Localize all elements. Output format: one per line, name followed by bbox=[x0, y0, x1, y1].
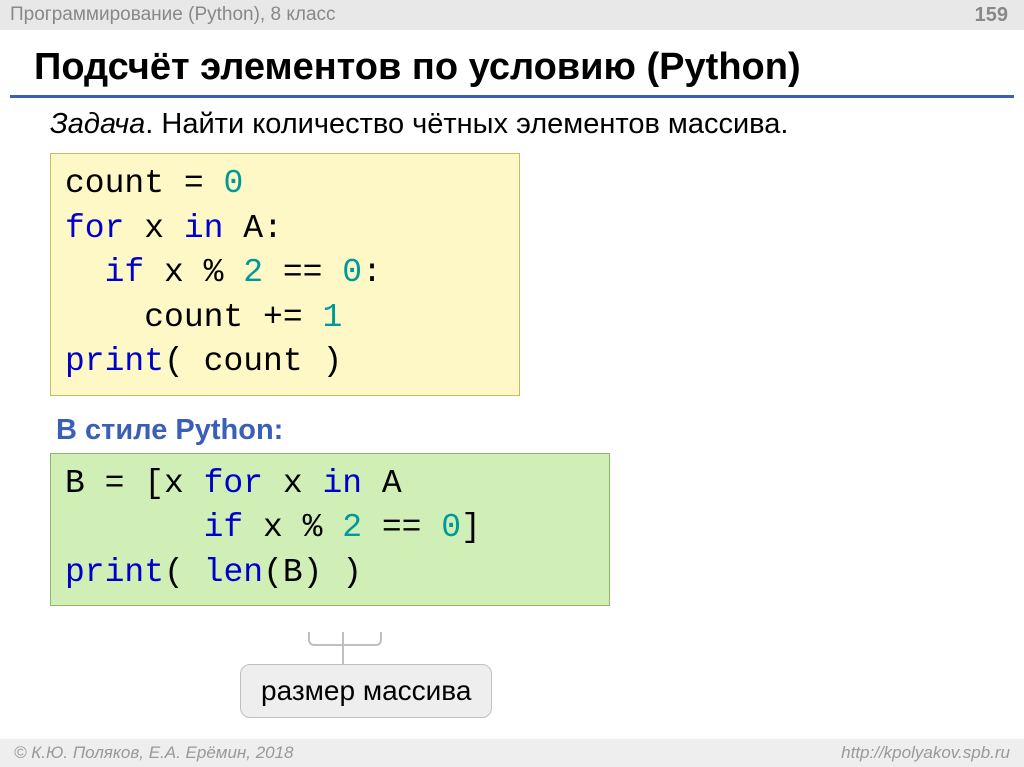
page-number: 159 bbox=[975, 4, 1008, 27]
code-line: B = [x for x in A bbox=[65, 462, 595, 507]
footer-right: http://kpolyakov.spb.ru bbox=[841, 743, 1010, 763]
code-line: count = 0 bbox=[65, 162, 505, 207]
task-line: Задача. Найти количество чётных элементо… bbox=[0, 108, 1024, 153]
code-line: if x % 2 == 0] bbox=[65, 506, 595, 551]
callout-connector bbox=[342, 632, 344, 664]
code-block-1: count = 0 for x in A: if x % 2 == 0: cou… bbox=[50, 153, 520, 396]
subheading: В стиле Python: bbox=[0, 396, 1024, 453]
code-line: print( len(B) ) bbox=[65, 551, 595, 596]
page-title: Подсчёт элементов по условию (Python) bbox=[0, 30, 1024, 95]
code-line: count += 1 bbox=[65, 296, 505, 341]
title-underline bbox=[10, 95, 1014, 98]
task-label: Задача bbox=[50, 108, 145, 140]
callout-box: размер массива bbox=[240, 664, 492, 718]
header-bar: Программирование (Python), 8 класс 159 bbox=[0, 0, 1024, 30]
code-block-2: B = [x for x in A if x % 2 == 0] print( … bbox=[50, 453, 610, 607]
code-line: if x % 2 == 0: bbox=[65, 251, 505, 296]
code-line: for x in A: bbox=[65, 207, 505, 252]
subject-text: Программирование (Python), 8 класс bbox=[10, 4, 336, 26]
footer-left: © К.Ю. Поляков, Е.А. Ерёмин, 2018 bbox=[14, 743, 294, 763]
footer-bar: © К.Ю. Поляков, Е.А. Ерёмин, 2018 http:/… bbox=[0, 739, 1024, 767]
code-line: print( count ) bbox=[65, 340, 505, 385]
task-text: . Найти количество чётных элементов масс… bbox=[145, 108, 788, 140]
